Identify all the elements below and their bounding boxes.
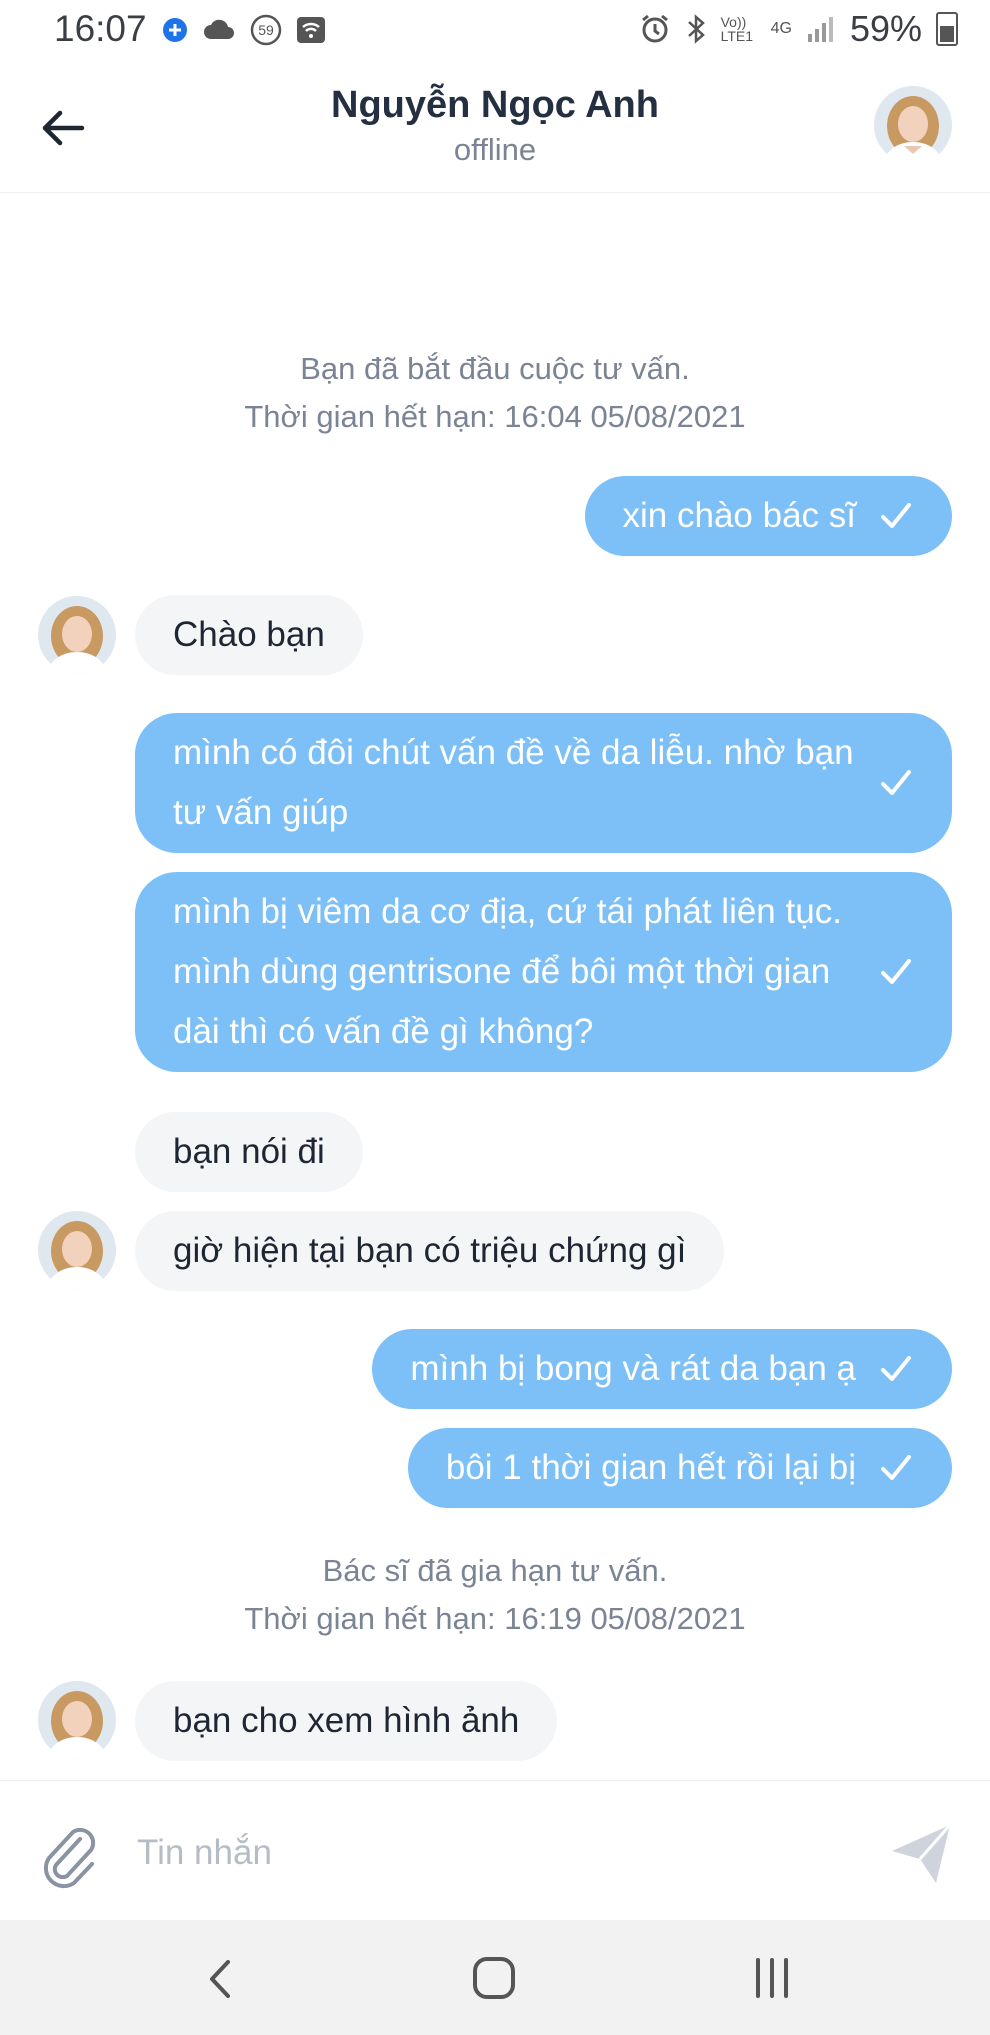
incoming-message[interactable]: bạn cho xem hình ảnh	[135, 1681, 558, 1761]
status-bar: 16:07 59 Vo)) LTE1 4G 59%	[0, 0, 990, 62]
avatar[interactable]	[874, 86, 952, 164]
chat-header: Nguyễn Ngọc Anh offline	[0, 62, 990, 193]
message-text: bôi 1 thời gian hết rồi lại bị	[445, 1448, 856, 1487]
avatar[interactable]	[38, 596, 116, 674]
checkmark-icon	[881, 1455, 911, 1480]
wifi-box-icon	[297, 17, 325, 43]
outgoing-message[interactable]: mình bị viêm da cơ địa, cứ tái phát liên…	[135, 872, 952, 1072]
checkmark-icon	[881, 1356, 911, 1381]
checkmark-icon	[881, 959, 911, 984]
system-message-line: Bạn đã bắt đầu cuộc tư vấn.	[300, 351, 690, 386]
battery-icon	[936, 12, 958, 46]
system-message: Bạn đã bắt đầu cuộc tư vấn. Thời gian hế…	[0, 345, 990, 441]
cloud-sync-icon	[204, 19, 234, 39]
message-composer	[0, 1780, 990, 1921]
avatar[interactable]	[38, 1681, 116, 1759]
nav-home-icon[interactable]	[470, 1954, 518, 2002]
shield-plus-icon	[163, 18, 187, 42]
message-text: bạn cho xem hình ảnh	[173, 1701, 520, 1740]
message-text: Chào bạn	[173, 615, 325, 654]
status-left-icons: 59	[162, 14, 326, 46]
svg-text:59: 59	[258, 22, 274, 38]
system-message-line: Thời gian hết hạn: 16:04 05/08/2021	[244, 399, 746, 434]
status-right-icons: Vo)) LTE1 4G 59%	[639, 8, 958, 50]
battery-percent: 59%	[849, 8, 922, 49]
incoming-message[interactable]: bạn nói đi	[135, 1112, 363, 1192]
paperclip-icon[interactable]	[36, 1821, 98, 1889]
message-text: mình bị bong và rát da bạn ạ	[410, 1349, 856, 1388]
status-time: 16:07	[54, 8, 147, 49]
4g-icon: 4G	[770, 20, 792, 37]
nav-back-icon[interactable]	[200, 1954, 240, 2004]
checkmark-icon	[881, 770, 911, 795]
message-text: mình bị viêm da cơ địa, cứ tái phát liên…	[173, 892, 842, 1051]
message-text: giờ hiện tại bạn có triệu chứng gì	[173, 1231, 687, 1270]
system-nav-bar	[0, 1920, 990, 2035]
volte-icon: Vo)) LTE1	[720, 14, 754, 44]
send-icon[interactable]	[888, 1821, 954, 1887]
alarm-icon	[641, 14, 668, 43]
outgoing-message[interactable]: mình bị bong và rát da bạn ạ	[372, 1329, 952, 1409]
message-input[interactable]	[135, 1813, 859, 1893]
message-text: xin chào bác sĩ	[622, 496, 856, 535]
incoming-message[interactable]: Chào bạn	[135, 595, 363, 675]
signal-icon	[807, 17, 833, 42]
message-text: mình có đôi chút vấn đề về da liễu. nhờ …	[173, 733, 854, 832]
outgoing-message[interactable]: mình có đôi chút vấn đề về da liễu. nhờ …	[135, 713, 952, 853]
outgoing-message[interactable]: bôi 1 thời gian hết rồi lại bị	[407, 1428, 952, 1508]
system-message-line: Thời gian hết hạn: 16:19 05/08/2021	[244, 1601, 746, 1636]
system-message: Bác sĩ đã gia hạn tư vấn. Thời gian hết …	[0, 1547, 990, 1643]
notification-count-icon: 59	[250, 14, 282, 46]
nav-recents-icon[interactable]	[752, 1954, 792, 2002]
checkmark-icon	[881, 503, 911, 528]
avatar[interactable]	[38, 1211, 116, 1289]
bluetooth-icon	[687, 14, 705, 44]
message-text: bạn nói đi	[173, 1132, 325, 1171]
outgoing-message[interactable]: xin chào bác sĩ	[584, 476, 952, 556]
contact-status: offline	[453, 132, 537, 167]
system-message-line: Bác sĩ đã gia hạn tư vấn.	[322, 1553, 668, 1588]
contact-name: Nguyễn Ngọc Anh	[331, 84, 659, 126]
incoming-message[interactable]: giờ hiện tại bạn có triệu chứng gì	[135, 1211, 725, 1291]
